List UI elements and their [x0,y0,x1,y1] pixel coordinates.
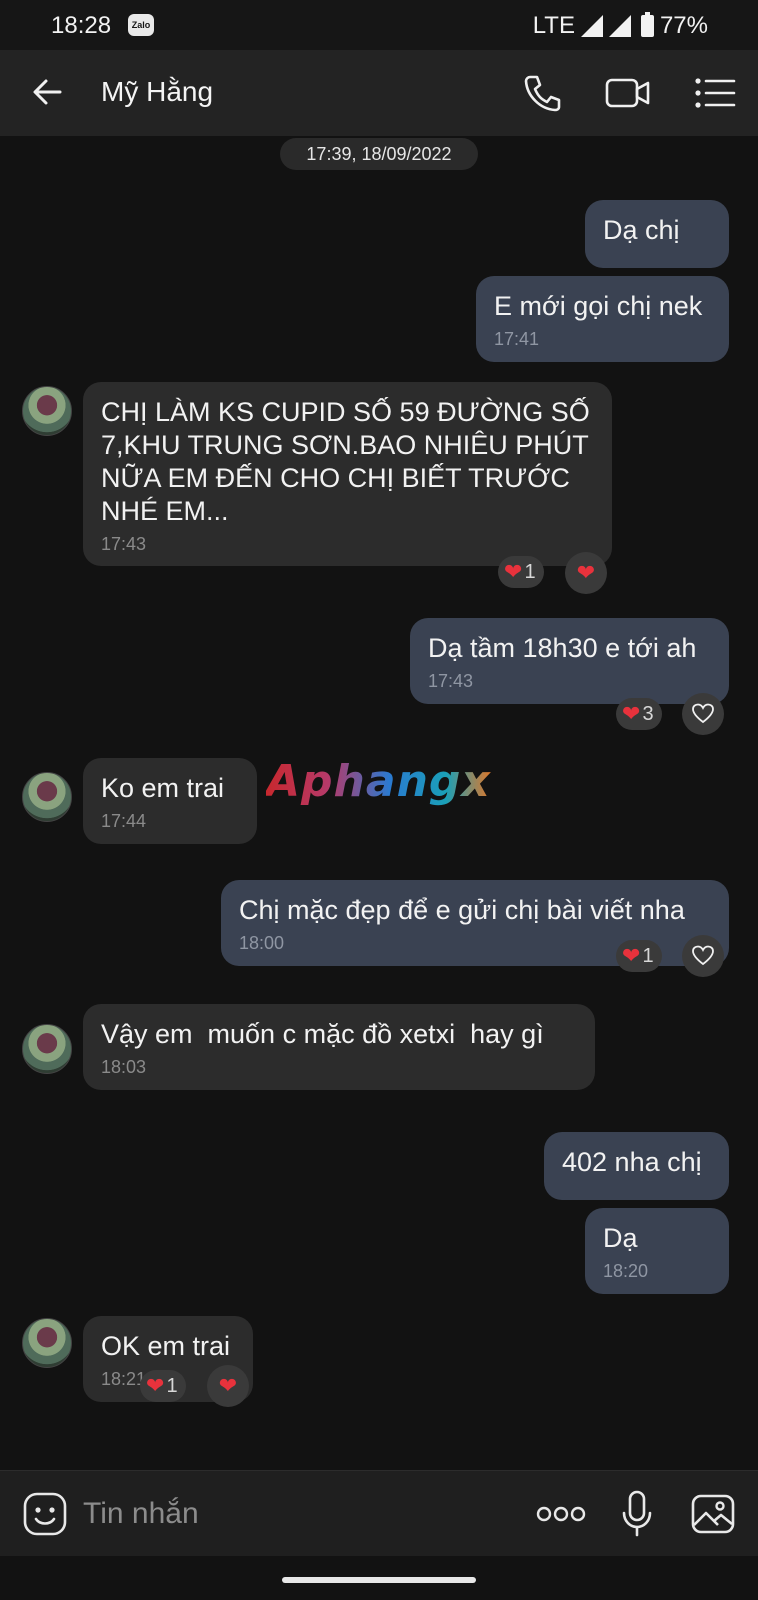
message-bubble-outgoing[interactable]: Dạ tầm 18h30 e tới ah 17:43 [410,618,729,704]
message-composer: Tin nhắn [0,1470,758,1556]
video-call-icon[interactable] [604,71,652,115]
message-time: 18:20 [603,1261,649,1281]
message-time: 17:43 [101,534,147,554]
phone-call-icon[interactable] [520,71,564,115]
heart-icon: ❤ [218,1373,238,1398]
message-text: 402 nha chị [562,1147,702,1177]
message-text: OK em trai [101,1331,231,1361]
chat-header: Mỹ Hằng [0,50,758,136]
message-text: Dạ [603,1223,638,1253]
react-like-button[interactable] [682,693,724,735]
emoji-sticker-icon[interactable] [22,1491,68,1537]
message-input[interactable]: Tin nhắn [83,1497,199,1531]
message-bubble-incoming[interactable]: CHỊ LÀM KS CUPID SỐ 59 ĐƯỜNG SỐ 7,KHU TR… [83,382,612,566]
date-separator: 17:39, 18/09/2022 [280,138,478,170]
home-gesture-bar[interactable] [282,1577,476,1583]
signal-icon-2 [608,15,631,37]
react-heart-button[interactable]: ❤ [565,552,607,594]
heart-outline-icon [692,945,714,966]
heart-icon: ❤ [146,1373,165,1398]
message-time: 17:44 [101,811,147,831]
message-time: 17:43 [428,671,474,691]
message-text: CHỊ LÀM KS CUPID SỐ 59 ĐƯỜNG SỐ 7,KHU TR… [101,397,598,526]
status-bar: 18:28 Zalo LTE 77% [0,0,758,50]
message-bubble-outgoing[interactable]: 402 nha chị [544,1132,729,1200]
message-text: Vậy em muốn c mặc đồ xetxi hay gì [101,1019,544,1049]
network-type: LTE [532,12,575,39]
heart-icon: ❤ [576,560,596,585]
reaction-count: 1 [166,1374,178,1397]
message-text: E mới gọi chị nek [494,291,703,321]
heart-icon: ❤ [504,559,523,584]
message-time: 18:03 [101,1057,147,1077]
watermark-logo: Aphangx [266,756,491,807]
battery-level: 77% [659,12,708,39]
heart-icon: ❤ [622,943,641,968]
message-bubble-incoming[interactable]: Vậy em muốn c mặc đồ xetxi hay gì 18:03 [83,1004,595,1090]
message-text: Dạ tầm 18h30 e tới ah [428,633,697,663]
contact-avatar[interactable] [22,386,72,436]
contact-avatar[interactable] [22,1318,72,1368]
menu-list-icon[interactable] [692,71,738,115]
status-right: LTE 77% [533,12,708,40]
message-text: Dạ chị [603,215,680,245]
system-navigation-area [0,1556,758,1600]
message-bubble-outgoing[interactable]: Dạ 18:20 [585,1208,729,1294]
signal-icon [580,15,603,37]
reaction-summary[interactable]: ❤ 1 [616,940,662,972]
microphone-icon[interactable] [620,1489,654,1539]
contact-name[interactable]: Mỹ Hằng [101,76,213,108]
contact-avatar[interactable] [22,1024,72,1074]
contact-avatar[interactable] [22,772,72,822]
react-like-button[interactable] [682,935,724,977]
message-list[interactable]: 17:39, 18/09/2022 Dạ chị E mới gọi chị n… [0,136,758,1470]
battery-icon [640,12,654,37]
reaction-count: 1 [642,944,654,967]
zalo-notification-icon: Zalo [128,14,154,36]
heart-icon: ❤ [622,701,641,726]
reaction-summary[interactable]: ❤ 1 [140,1370,186,1402]
back-arrow-icon[interactable] [28,72,68,112]
message-bubble-incoming[interactable]: Ko em trai 17:44 [83,758,257,844]
message-bubble-outgoing[interactable]: Dạ chị [585,200,729,268]
message-bubble-outgoing[interactable]: E mới gọi chị nek 17:41 [476,276,729,362]
status-time: 18:28 [51,12,112,39]
reaction-count: 1 [524,560,536,583]
message-text: Ko em trai [101,773,225,803]
reaction-summary[interactable]: ❤ 1 [498,556,544,588]
react-heart-button[interactable]: ❤ [207,1365,249,1407]
reaction-summary[interactable]: ❤ 3 [616,698,662,730]
message-text: Chị mặc đẹp để e gửi chị bài viết nha [239,895,685,925]
message-time: 17:41 [494,329,540,349]
image-gallery-icon[interactable] [690,1491,736,1537]
heart-outline-icon [692,703,714,724]
more-options-icon[interactable] [536,1503,586,1525]
reaction-count: 3 [642,702,654,725]
